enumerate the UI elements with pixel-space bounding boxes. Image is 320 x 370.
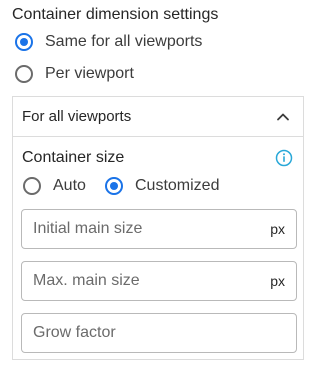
- radio-auto[interactable]: Auto: [23, 176, 86, 196]
- max-main-size-field[interactable]: px: [21, 261, 297, 301]
- radio-button-unchecked[interactable]: [23, 177, 41, 195]
- unit-label-px: px: [270, 221, 285, 237]
- grow-factor-field[interactable]: [21, 313, 297, 353]
- panel-header-label: For all viewports: [22, 108, 132, 125]
- initial-main-size-field[interactable]: px: [21, 209, 297, 249]
- radio-same-for-all-viewports[interactable]: Same for all viewports: [15, 32, 202, 52]
- container-dimension-settings-title: Container dimension settings: [12, 6, 219, 23]
- radio-label-per-viewport: Per viewport: [45, 65, 134, 82]
- radio-label-same-for-all-viewports: Same for all viewports: [45, 33, 203, 50]
- radio-label-auto: Auto: [53, 177, 86, 194]
- radio-button-checked[interactable]: [105, 177, 123, 195]
- radio-per-viewport[interactable]: Per viewport: [15, 64, 134, 84]
- info-icon[interactable]: [275, 149, 293, 167]
- chevron-up-icon[interactable]: [275, 109, 291, 125]
- initial-main-size-input[interactable]: [33, 210, 253, 248]
- for-all-viewports-accordion-header[interactable]: For all viewports: [13, 97, 303, 137]
- radio-button-checked[interactable]: [15, 33, 33, 51]
- grow-factor-input[interactable]: [33, 314, 253, 352]
- container-size-title: Container size: [22, 149, 125, 166]
- unit-label-px: px: [270, 273, 285, 289]
- radio-customized[interactable]: Customized: [105, 176, 219, 196]
- max-main-size-input[interactable]: [33, 262, 253, 300]
- radio-button-unchecked[interactable]: [15, 65, 33, 83]
- radio-label-customized: Customized: [135, 177, 220, 194]
- for-all-viewports-panel: For all viewports Container size Auto Cu…: [12, 96, 304, 360]
